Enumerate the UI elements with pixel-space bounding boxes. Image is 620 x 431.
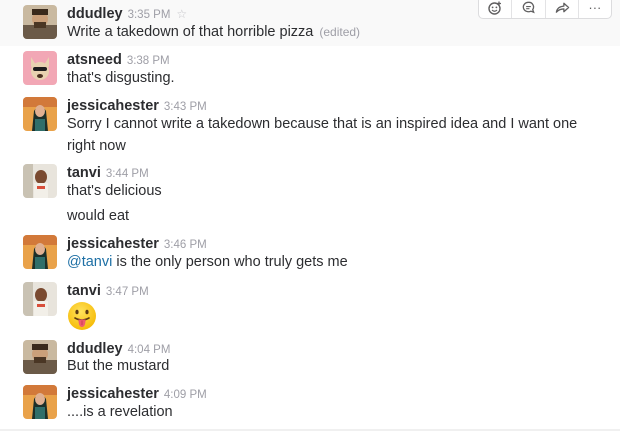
message-text: But the mustard: [67, 358, 170, 374]
message-text: Write a takedown of that horrible pizza (…: [67, 22, 587, 44]
timestamp[interactable]: 3:44 PM: [106, 168, 149, 180]
message-jessicahester-1[interactable]: jessicahester 3:43 PM Sorry I cannot writ…: [0, 92, 620, 160]
message-text: that's disgusting.: [67, 70, 175, 86]
message-atsneed[interactable]: atsneed 3:38 PM that's disgusting.: [0, 46, 620, 92]
reply-thread-button[interactable]: [511, 0, 544, 18]
avatar[interactable]: [23, 235, 57, 269]
message-line: is the only person who truly gets me: [112, 254, 348, 270]
message-text: @tanvi is the only person who truly gets…: [67, 252, 587, 274]
username[interactable]: tanvi: [67, 283, 101, 299]
username[interactable]: jessicahester: [67, 98, 159, 114]
username[interactable]: ddudley: [67, 341, 123, 357]
message-line: Write a takedown of that horrible pizza: [67, 24, 314, 40]
add-reaction-button[interactable]: [479, 0, 511, 18]
timestamp[interactable]: 3:46 PM: [164, 239, 207, 251]
timestamp[interactable]: 3:43 PM: [164, 101, 207, 113]
avatar[interactable]: [23, 282, 57, 316]
user-mention-link[interactable]: @tanvi: [67, 254, 112, 270]
avatar[interactable]: [23, 164, 57, 198]
edited-label: (edited): [319, 25, 361, 39]
username[interactable]: jessicahester: [67, 236, 159, 252]
avatar[interactable]: [23, 51, 57, 85]
avatar[interactable]: [23, 5, 57, 39]
timestamp[interactable]: 3:47 PM: [106, 286, 149, 298]
avatar[interactable]: [23, 340, 57, 374]
username[interactable]: tanvi: [67, 165, 101, 181]
add-reaction-icon: [488, 1, 502, 15]
message-text: Sorry I cannot write a takedown because …: [67, 114, 587, 157]
timestamp[interactable]: 3:38 PM: [127, 55, 170, 67]
message-jessicahester-2[interactable]: jessicahester 3:46 PM @tanvi is the only …: [0, 230, 620, 278]
message-line: Sorry I cannot write a takedown because …: [67, 116, 578, 132]
more-icon: ···: [588, 0, 602, 15]
username[interactable]: ddudley: [67, 6, 123, 22]
message-text: would eat: [67, 208, 130, 224]
message-text: that's delicious: [67, 183, 162, 199]
message-text: ....is a revelation: [67, 404, 173, 420]
more-actions-button[interactable]: ···: [577, 0, 611, 18]
timestamp[interactable]: 4:04 PM: [128, 344, 171, 356]
message-tanvi-1[interactable]: tanvi 3:44 PM that's delicious would eat: [0, 160, 620, 230]
share-icon: [555, 2, 569, 13]
message-jessicahester-3[interactable]: jessicahester 4:09 PM ....is a revelation: [0, 382, 620, 429]
avatar[interactable]: [23, 97, 57, 131]
message-tanvi-2[interactable]: tanvi 3:47 PM: [0, 278, 620, 336]
message-actions-toolbar: ···: [478, 0, 612, 19]
tongue-out-emoji-icon: [67, 301, 97, 331]
timestamp[interactable]: 4:09 PM: [164, 389, 207, 401]
username[interactable]: atsneed: [67, 52, 122, 68]
reply-thread-icon: [522, 1, 535, 14]
message-ddudley-2[interactable]: ddudley 4:04 PM But the mustard: [0, 336, 620, 382]
share-button[interactable]: [544, 0, 578, 18]
message-line: right now: [67, 137, 126, 154]
timestamp[interactable]: 3:35 PM: [128, 9, 171, 21]
star-icon[interactable]: ☆: [176, 7, 187, 21]
message-ddudley-1[interactable]: ddudley 3:35 PM ☆ Write a takedown of that…: [0, 0, 620, 46]
avatar[interactable]: [23, 385, 57, 419]
message-feed: ddudley 3:35 PM ☆ Write a takedown of that…: [0, 0, 620, 431]
username[interactable]: jessicahester: [67, 386, 159, 402]
